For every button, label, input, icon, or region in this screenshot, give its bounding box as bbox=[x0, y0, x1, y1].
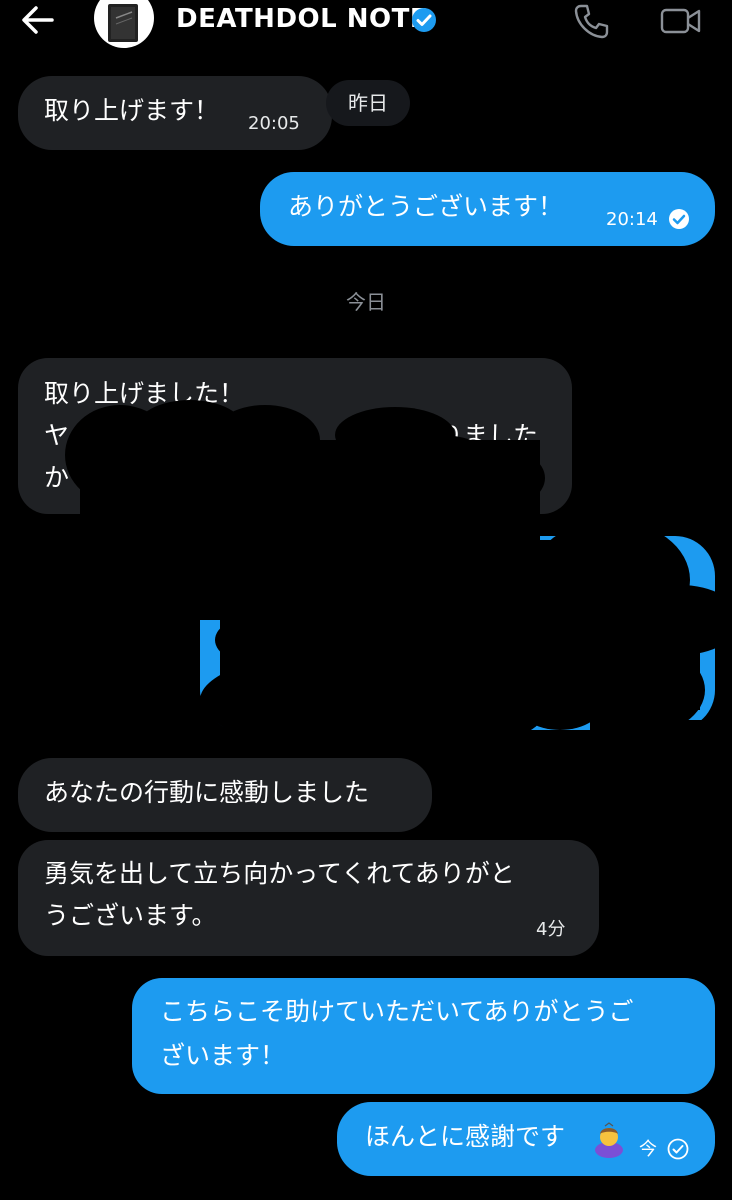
message-text-line: 勇気を出して立ち向かってくれてありがと bbox=[44, 859, 515, 888]
message-text-line: ざいます！ bbox=[160, 1041, 286, 1070]
bowing-person-emoji bbox=[595, 1122, 623, 1158]
sent-status-icon bbox=[667, 1138, 689, 1160]
incoming-message[interactable]: あなたの行動に感動しました bbox=[18, 758, 432, 832]
message-text: あなたの行動に感動しました bbox=[44, 778, 370, 807]
incoming-message[interactable]: 勇気を出して立ち向かってくれてありがと うございます。 4分 bbox=[18, 840, 599, 956]
message-text-line: こちらこそ助けていただいてありがとうご bbox=[160, 997, 634, 1026]
message-time: 今 bbox=[639, 1139, 657, 1160]
outgoing-message[interactable]: ほんとに感謝です 今 bbox=[337, 1102, 715, 1176]
message-text-line: うございます。 bbox=[44, 901, 217, 930]
message-time: 4分 bbox=[536, 919, 566, 940]
message-text: ほんとに感謝です bbox=[365, 1122, 566, 1151]
outgoing-message[interactable]: こちらこそ助けていただいてありがとうご ざいます！ bbox=[132, 978, 715, 1094]
